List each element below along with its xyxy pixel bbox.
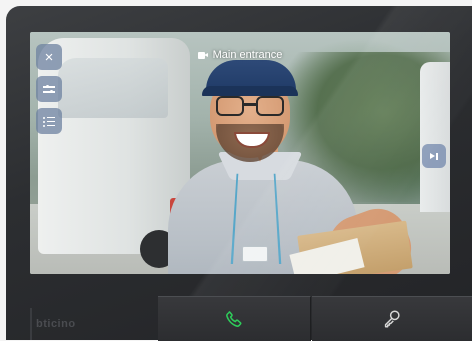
video-camera-icon	[197, 51, 208, 59]
glasses-lens-right	[256, 96, 284, 116]
play-pause-button[interactable]	[422, 144, 446, 168]
list-icon	[43, 116, 55, 127]
menu-list-button[interactable]	[36, 108, 62, 134]
visitor-id-badge	[242, 246, 268, 262]
visitor-courier	[30, 32, 450, 274]
phone-icon	[226, 311, 242, 327]
camera-title-bar: Main entrance	[30, 49, 450, 61]
open-door-button[interactable]	[312, 296, 472, 341]
camera-title: Main entrance	[212, 49, 283, 61]
play-pause-icon	[430, 152, 438, 160]
answer-call-button[interactable]	[158, 296, 311, 341]
bezel-divider	[30, 308, 32, 340]
glasses-bridge	[243, 103, 257, 106]
video-screen: Main entrance ×	[30, 32, 450, 274]
close-icon: ×	[44, 48, 54, 66]
glasses-lens-left	[216, 96, 244, 116]
visitor-glasses	[216, 96, 286, 118]
brand-logo: bticino	[36, 318, 76, 330]
key-icon	[384, 310, 400, 328]
adjust-settings-button[interactable]	[36, 76, 62, 102]
close-button[interactable]: ×	[36, 44, 62, 70]
visitor-cap-brim	[202, 86, 298, 96]
sliders-icon	[43, 84, 55, 94]
intercom-device: Main entrance ×	[6, 6, 472, 340]
